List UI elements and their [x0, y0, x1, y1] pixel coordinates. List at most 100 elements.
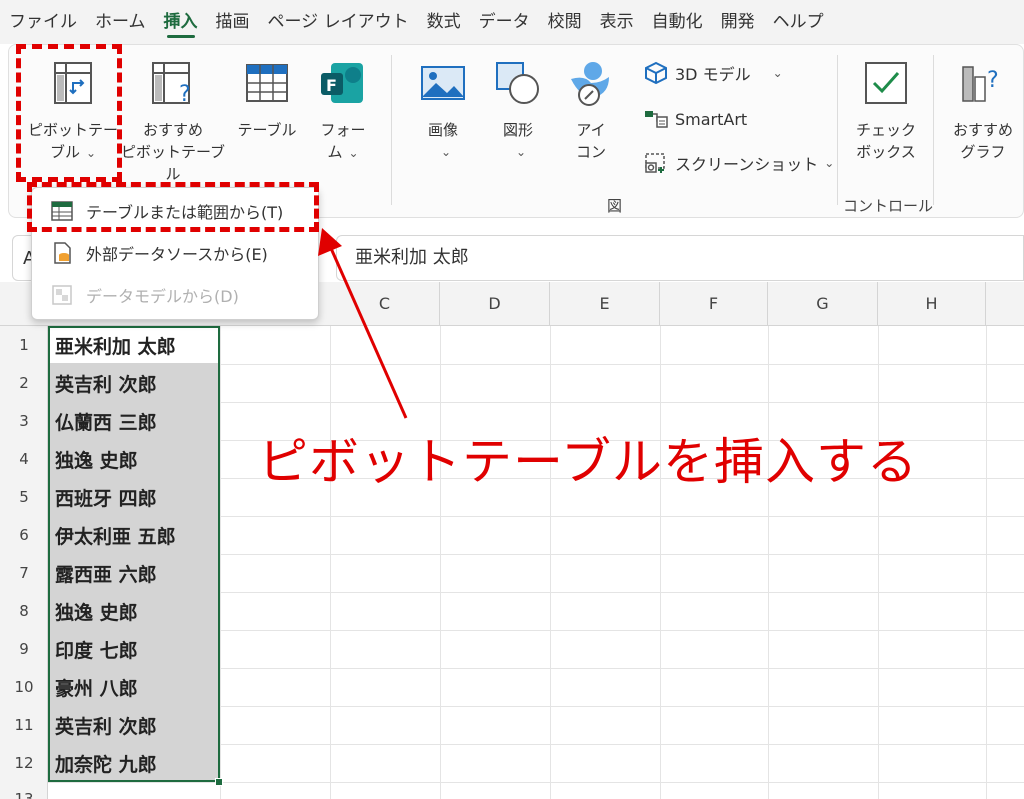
icons-label-1: アイ	[576, 121, 606, 139]
smartart-label: SmartArt	[675, 109, 748, 129]
recommended-pivot-icon: ?	[152, 62, 191, 107]
row-header-9[interactable]: 9	[0, 640, 48, 658]
menu-item-from-external-source[interactable]: 外部データソースから(E)	[32, 232, 320, 274]
icons-button[interactable]: アイ コン	[557, 57, 625, 163]
menu-page-layout[interactable]: ページ レイアウト	[259, 0, 418, 44]
row-header-6[interactable]: 6	[0, 526, 48, 544]
column-header-e[interactable]: E	[550, 282, 660, 326]
menu-automate[interactable]: 自動化	[643, 0, 712, 44]
ribbon-separator	[837, 55, 838, 205]
grid-line	[440, 326, 441, 799]
data-model-icon	[52, 285, 72, 305]
row-header-2[interactable]: 2	[0, 374, 48, 392]
menu-item-from-data-model: データモデルから(D)	[32, 274, 320, 316]
shapes-label: 図形	[502, 121, 533, 139]
row-header-10[interactable]: 10	[0, 678, 48, 696]
checkbox-label-1: チェック	[855, 121, 916, 139]
group-label-control: コントロール	[843, 197, 934, 215]
recommended-pivot-button[interactable]: ? おすすめ ピボットテーブル	[115, 57, 231, 185]
menu-home[interactable]: ホーム	[86, 0, 155, 44]
grid-line	[986, 326, 987, 799]
checkbox-label-2: ボックス	[856, 143, 916, 161]
forms-label-2: ム ⌄	[327, 143, 359, 161]
grid-line	[220, 326, 221, 799]
row-header-8[interactable]: 8	[0, 602, 48, 620]
recommended-pivot-label-2: ピボットテーブル	[120, 143, 226, 183]
table-button[interactable]: テーブル	[229, 57, 305, 141]
recommended-chart-label-1: おすすめ	[952, 121, 1013, 139]
menu-draw[interactable]: 描画	[207, 0, 259, 44]
grid-line	[48, 782, 1024, 783]
annotation-text: ピボットテーブルを挿入する	[258, 433, 918, 491]
menu-data[interactable]: データ	[470, 0, 539, 44]
recommended-chart-icon: ?	[962, 66, 999, 102]
menu-help[interactable]: ヘルプ	[764, 0, 833, 44]
image-chevron: ⌄	[440, 145, 452, 159]
highlight-table-range-item	[27, 182, 319, 232]
column-header-h[interactable]: H	[878, 282, 986, 326]
checkbox-button[interactable]: チェック ボックス	[845, 57, 927, 163]
row-header-3[interactable]: 3	[0, 412, 48, 430]
menu-bar: ファイル ホーム 挿入 描画 ページ レイアウト 数式 データ 校閲 表示 自動…	[0, 0, 1024, 44]
icons-icon	[571, 62, 609, 106]
row-header-5[interactable]: 5	[0, 488, 48, 506]
recommended-chart-label-2: グラフ	[960, 143, 1006, 161]
menu-item-label: データモデルから(D)	[86, 287, 239, 306]
svg-text:?: ?	[987, 68, 999, 93]
row-header-13[interactable]: 13	[0, 790, 48, 799]
selection-border	[48, 326, 220, 782]
fill-handle[interactable]	[215, 778, 223, 786]
3d-models-chevron: ⌄	[772, 66, 783, 80]
column-header-c[interactable]: C	[330, 282, 440, 326]
3d-models-button[interactable]: 3D モデル ⌄	[643, 61, 783, 85]
forms-label-1: フォー	[320, 121, 366, 139]
menu-insert[interactable]: 挿入	[155, 0, 207, 44]
row-header-7[interactable]: 7	[0, 564, 48, 582]
forms-icon: F	[321, 63, 363, 103]
svg-text:F: F	[326, 76, 337, 95]
row-header-4[interactable]: 4	[0, 450, 48, 468]
column-header-g[interactable]: G	[768, 282, 878, 326]
column-header-f[interactable]: F	[660, 282, 768, 326]
shapes-icon	[496, 62, 539, 104]
menu-developer[interactable]: 開発	[712, 0, 764, 44]
row-header-12[interactable]: 12	[0, 754, 48, 772]
row-header-11[interactable]: 11	[0, 716, 48, 734]
table-label: テーブル	[237, 121, 297, 139]
ribbon-separator	[391, 55, 392, 205]
cube-icon	[645, 61, 667, 85]
image-icon	[421, 66, 465, 100]
smartart-icon	[645, 111, 668, 128]
table-icon	[246, 64, 288, 102]
ribbon-separator	[933, 55, 934, 205]
row-header-1[interactable]: 1	[0, 336, 48, 354]
grid-line	[330, 326, 331, 799]
icons-label-2: コン	[575, 143, 606, 161]
menu-formulas[interactable]: 数式	[418, 0, 470, 44]
recommended-pivot-label-1: おすすめ	[142, 121, 203, 139]
grid-line	[660, 326, 661, 799]
column-header-d[interactable]: D	[440, 282, 550, 326]
menu-view[interactable]: 表示	[591, 0, 643, 44]
external-data-icon	[54, 242, 71, 264]
recommended-chart-button[interactable]: ? おすすめ グラフ	[943, 57, 1023, 163]
image-button[interactable]: 画像 ⌄	[405, 57, 481, 163]
grid-line	[768, 326, 769, 799]
forms-button[interactable]: F フォー ム ⌄	[307, 57, 379, 164]
menu-file[interactable]: ファイル	[0, 0, 86, 44]
menu-item-label: 外部データソースから(E)	[86, 245, 268, 264]
grid-line	[878, 326, 879, 799]
screenshot-button[interactable]: スクリーンショット ⌄	[643, 151, 834, 175]
3d-models-label: 3D モデル	[675, 65, 751, 84]
smartart-button[interactable]: SmartArt	[643, 107, 747, 131]
menu-review[interactable]: 校閲	[539, 0, 591, 44]
screenshot-chevron: ⌄	[824, 156, 835, 170]
shapes-button[interactable]: 図形 ⌄	[483, 57, 553, 163]
formula-bar[interactable]: 亜米利加 太郎	[336, 235, 1024, 281]
screenshot-icon	[645, 153, 665, 173]
screenshot-label: スクリーンショット	[675, 155, 819, 174]
svg-text:?: ?	[179, 82, 191, 107]
checkbox-icon	[865, 62, 907, 104]
shapes-chevron: ⌄	[515, 145, 527, 159]
highlight-pivot-button	[16, 44, 122, 182]
